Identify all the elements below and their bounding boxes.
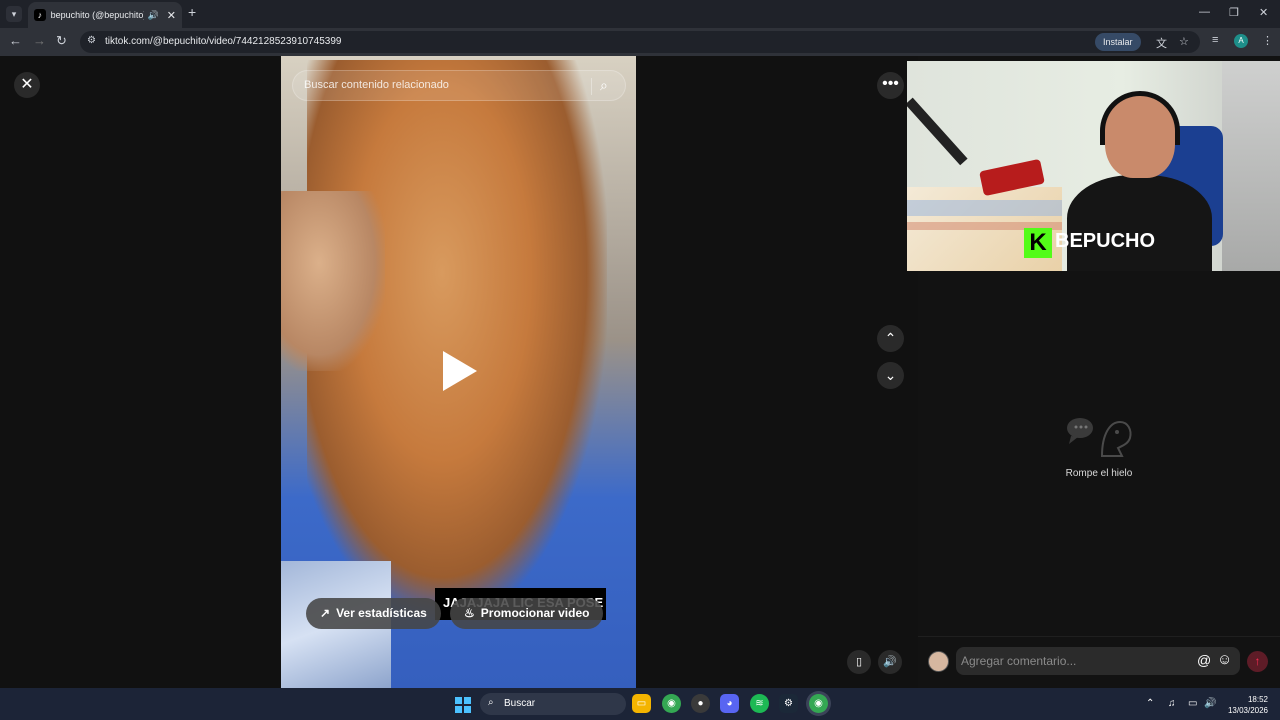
microphone-icon[interactable]: ♫ <box>1168 698 1176 709</box>
chevron-down-icon[interactable]: ⌄ <box>877 362 904 389</box>
video-player[interactable]: Buscar contenido relacionado ⌕ JAJAJAJA … <box>281 56 636 688</box>
star-icon[interactable]: ☆ <box>1179 35 1189 48</box>
search-divider <box>591 78 592 95</box>
profile-avatar[interactable]: A <box>1234 34 1248 48</box>
shelf <box>1222 61 1280 271</box>
chrome-profile-icon[interactable]: ◉ <box>809 694 828 713</box>
speaker-icon[interactable]: 🔊 <box>1204 698 1216 709</box>
arrow-right-icon[interactable]: → <box>33 33 46 48</box>
chevron-up-icon[interactable]: ⌃ <box>877 325 904 352</box>
chat-bubbles-icon <box>1067 418 1132 457</box>
windows-start-icon[interactable] <box>455 697 471 713</box>
reload-icon[interactable]: ↻ <box>56 33 67 49</box>
bed-stripe <box>907 200 1062 216</box>
chart-icon: ↗ <box>320 606 331 620</box>
stats-button[interactable]: ↗ Ver estadísticas <box>306 598 441 629</box>
taskbar-search-label: Buscar <box>504 698 536 709</box>
streamer-body <box>1067 175 1212 271</box>
close-icon[interactable]: ✕ <box>14 72 40 98</box>
chevron-down-icon[interactable]: ▾ <box>6 6 22 22</box>
tab-title: bepuchito (@bepuchito) | TikTok <box>50 10 144 20</box>
sliders-icon[interactable]: ⚙ <box>87 35 96 46</box>
webcam-overlay: K BEPUCHO <box>907 61 1280 271</box>
clock-time: 18:52 <box>1247 695 1268 704</box>
search-icon[interactable]: ⌕ <box>600 77 608 94</box>
mic-arm <box>907 97 968 166</box>
promote-label: Promocionar video <box>480 606 590 620</box>
address-bar[interactable]: ⚙ tiktok.com/@bepuchito/video/7442128523… <box>80 31 1200 53</box>
related-search-box[interactable]: Buscar contenido relacionado ⌕ <box>292 70 626 101</box>
comment-composer: Agregar comentario... @ ☺ ↑ <box>918 636 1280 688</box>
speaker-icon[interactable]: 🔊 <box>148 10 159 21</box>
spotify-icon[interactable]: ≋ <box>750 694 769 713</box>
video-stage: ✕ Buscar contenido relacionado ⌕ JAJAJAJ… <box>0 56 918 688</box>
search-input[interactable]: Buscar contenido relacionado <box>304 79 449 91</box>
arrow-left-icon[interactable]: ← <box>9 33 22 48</box>
steam-icon[interactable]: ⚙ <box>779 694 798 713</box>
translate-icon[interactable]: 文 <box>1156 35 1167 51</box>
chrome-icon[interactable]: ◉ <box>662 694 681 713</box>
close-icon[interactable]: ✕ <box>167 9 176 22</box>
comment-placeholder[interactable]: Agregar comentario... <box>961 654 1076 668</box>
restore-icon[interactable]: ❐ <box>1229 6 1239 19</box>
tray-overflow-icon[interactable]: ⌃ <box>1146 698 1154 709</box>
promote-button[interactable]: ♨ Promocionar video <box>450 598 604 629</box>
browser-tab[interactable]: ♪ bepuchito (@bepuchito) | TikTok 🔊 ✕ <box>28 2 182 28</box>
display-icon[interactable]: ▭ <box>1188 698 1197 709</box>
clock-date: 13/03/2026 <box>1227 706 1268 715</box>
tab-search-icon[interactable]: ≡ <box>1212 34 1218 46</box>
flame-icon: ♨ <box>464 606 475 620</box>
install-app-button[interactable]: Instalar <box>1095 33 1141 51</box>
file-explorer-icon[interactable]: ▭ <box>632 694 651 713</box>
taskbar-clock[interactable]: 18:52 13/03/2026 <box>1218 694 1268 716</box>
send-button[interactable]: ↑ <box>1247 651 1268 672</box>
empty-comments-text: Rompe el hielo <box>1065 468 1133 479</box>
tiktok-icon: ♪ <box>34 9 46 21</box>
device-icon[interactable]: ▯ <box>847 650 871 674</box>
obs-icon[interactable]: ● <box>691 694 710 713</box>
emoji-icon[interactable]: ☺ <box>1217 651 1232 668</box>
windows-taskbar: ⌕ Buscar ▭ ◉ ● ◕ ≋ ⚙ ◉ ⌃ ♫ ▭ 🔊 18:52 13/… <box>0 688 1280 720</box>
minimize-icon[interactable]: — <box>1199 6 1210 18</box>
search-icon: ⌕ <box>488 697 494 708</box>
at-sign-icon[interactable]: @ <box>1197 652 1211 668</box>
volume-icon[interactable]: 🔊 <box>878 650 902 674</box>
kebab-icon[interactable]: ⋮ <box>1262 34 1273 47</box>
tiktok-video-page: ✕ Buscar contenido relacionado ⌕ JAJAJAJ… <box>0 56 1280 688</box>
browser-toolbar: ← → ↻ ⚙ tiktok.com/@bepuchito/video/7442… <box>0 28 1280 56</box>
stats-label: Ver estadísticas <box>336 606 427 620</box>
comment-input[interactable]: Agregar comentario... @ ☺ <box>956 647 1240 675</box>
video-frame-hand <box>281 191 385 371</box>
headset <box>1100 91 1180 145</box>
window-close-icon[interactable]: ✕ <box>1259 6 1268 19</box>
discord-icon[interactable]: ◕ <box>720 694 739 713</box>
play-icon[interactable] <box>443 351 477 391</box>
taskbar-search[interactable]: ⌕ Buscar <box>480 693 626 715</box>
avatar[interactable] <box>928 651 949 672</box>
plus-icon[interactable]: + <box>188 4 196 20</box>
streamer-name: BEPUCHO <box>1055 230 1156 252</box>
url-text[interactable]: tiktok.com/@bepuchito/video/744212852391… <box>105 36 341 47</box>
more-options-icon[interactable]: ••• <box>877 72 904 99</box>
kick-logo-icon: K <box>1024 228 1052 258</box>
browser-tab-strip: ▾ ♪ bepuchito (@bepuchito) | TikTok 🔊 ✕ … <box>0 0 1280 28</box>
